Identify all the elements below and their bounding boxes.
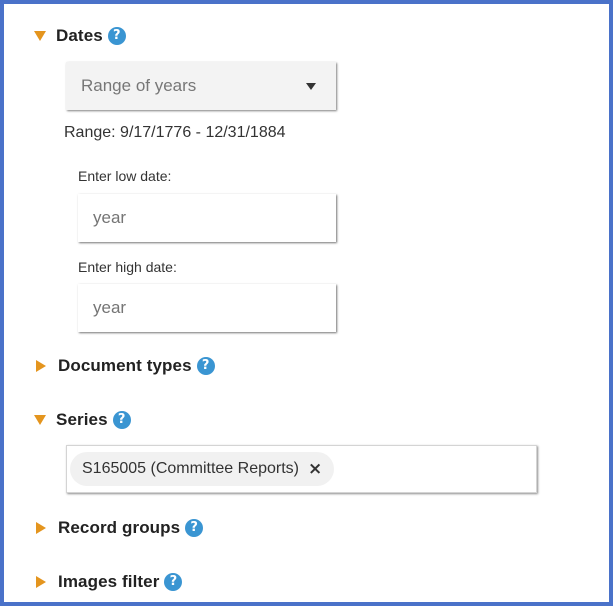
low-date-label: Enter low date: bbox=[78, 168, 172, 184]
date-range-select[interactable]: Range of years bbox=[66, 62, 336, 110]
triangle-right-icon bbox=[36, 522, 46, 534]
triangle-down-icon bbox=[34, 415, 46, 425]
date-range-text: Range: 9/17/1776 - 12/31/1884 bbox=[64, 124, 286, 141]
images-filter-section-header[interactable]: Images filter ? bbox=[34, 570, 183, 594]
series-chip: S165005 (Committee Reports) × bbox=[70, 452, 335, 486]
triangle-right-icon bbox=[36, 576, 46, 588]
help-icon[interactable]: ? bbox=[196, 357, 215, 375]
images-filter-title: Images filter bbox=[58, 572, 160, 591]
series-title: Series bbox=[56, 410, 108, 429]
help-icon[interactable]: ? bbox=[107, 27, 126, 45]
high-date-input[interactable] bbox=[78, 284, 336, 332]
series-chip-label: S165005 (Committee Reports) bbox=[82, 460, 299, 477]
dates-section-header[interactable]: Dates ? bbox=[34, 24, 126, 48]
record-groups-title: Record groups bbox=[58, 518, 181, 537]
document-types-section-header[interactable]: Document types ? bbox=[34, 354, 215, 378]
series-section-header[interactable]: Series ? bbox=[34, 408, 131, 432]
help-icon[interactable]: ? bbox=[185, 519, 204, 537]
high-date-label: Enter high date: bbox=[78, 259, 177, 275]
caret-down-icon bbox=[306, 82, 316, 90]
series-multiselect[interactable]: S165005 (Committee Reports) × bbox=[66, 445, 537, 493]
triangle-down-icon bbox=[34, 31, 46, 41]
help-icon[interactable]: ? bbox=[164, 573, 183, 591]
dates-title: Dates bbox=[56, 26, 103, 45]
document-types-title: Document types bbox=[58, 356, 192, 375]
date-range-select-value: Range of years bbox=[81, 76, 197, 95]
help-icon[interactable]: ? bbox=[112, 411, 131, 429]
record-groups-section-header[interactable]: Record groups ? bbox=[34, 516, 204, 540]
low-date-input[interactable] bbox=[78, 194, 336, 242]
close-icon[interactable]: × bbox=[308, 459, 322, 479]
triangle-right-icon bbox=[36, 360, 46, 372]
